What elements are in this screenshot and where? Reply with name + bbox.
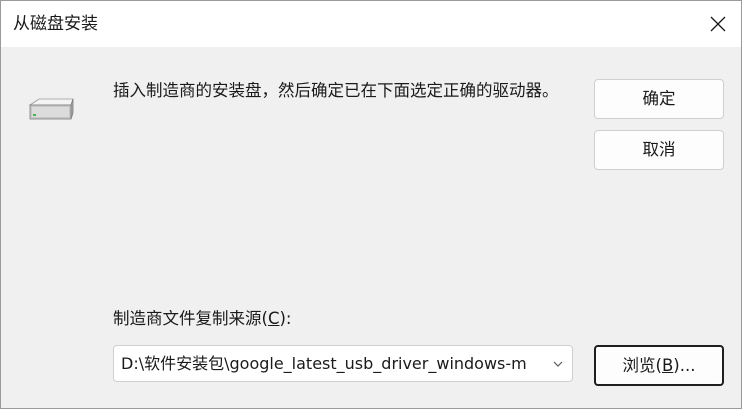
source-path-combobox[interactable]: D:\软件安装包\google_latest_usb_driver_window… [113,345,573,382]
source-label: 制造商文件复制来源(C): [113,308,291,330]
title-bar[interactable]: 从磁盘安装 [1,1,741,47]
usb-drive-icon [28,98,74,120]
focus-ring [597,348,721,383]
source-label-suffix: ): [279,309,292,328]
source-path-value[interactable]: D:\软件安装包\google_latest_usb_driver_window… [121,354,546,374]
source-label-accelerator: C [267,309,280,328]
ok-button[interactable]: 确定 [594,79,724,119]
cancel-button[interactable]: 取消 [594,130,724,170]
close-icon [710,16,726,32]
browse-button[interactable]: 浏览(B)... [594,345,724,386]
source-label-prefix: 制造商文件复制来源( [113,309,268,328]
install-from-disk-dialog: 从磁盘安装 插入制造商的安装盘，然后确定已在下面选定正确的驱动器。 确定 取消 … [0,0,742,409]
instruction-text: 插入制造商的安装盘，然后确定已在下面选定正确的驱动器。 [113,81,559,100]
close-button[interactable] [695,1,741,47]
window-title: 从磁盘安装 [13,14,98,34]
chevron-down-icon[interactable] [552,360,564,368]
